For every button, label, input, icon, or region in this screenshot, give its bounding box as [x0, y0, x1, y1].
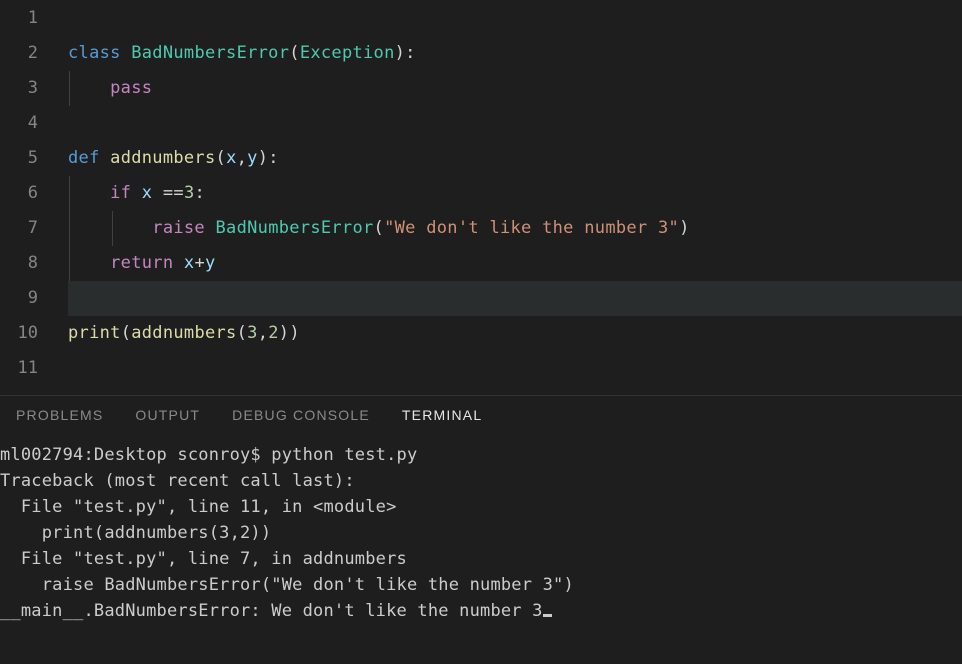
terminal-output[interactable]: ml002794:Desktop sconroy$ python test.py…	[0, 434, 962, 624]
code-line[interactable]: raise BadNumbersError("We don't like the…	[68, 211, 962, 246]
bottom-panel: PROBLEMS OUTPUT DEBUG CONSOLE TERMINAL m…	[0, 395, 962, 664]
code-line[interactable]: def addnumbers(x,y):	[68, 141, 962, 176]
tab-debug-console[interactable]: DEBUG CONSOLE	[216, 407, 386, 423]
code-line[interactable]: return x+y	[68, 246, 962, 281]
tab-problems[interactable]: PROBLEMS	[0, 407, 119, 423]
code-line[interactable]	[68, 281, 962, 316]
editor-area[interactable]: 1 2 3 4 5 6 7 8 9 10 11 class BadNumbers…	[0, 0, 962, 395]
line-number: 6	[0, 176, 40, 211]
code-line[interactable]: if x ==3:	[68, 176, 962, 211]
code-content[interactable]: class BadNumbersError(Exception): pass d…	[40, 0, 962, 395]
code-line[interactable]	[68, 351, 962, 386]
code-line[interactable]: pass	[68, 71, 962, 106]
code-line[interactable]: print(addnumbers(3,2))	[68, 316, 962, 351]
line-number: 2	[0, 36, 40, 71]
terminal-line: File "test.py", line 11, in <module>	[0, 494, 962, 520]
terminal-cursor	[543, 614, 552, 617]
line-number: 10	[0, 316, 40, 351]
terminal-line: File "test.py", line 7, in addnumbers	[0, 546, 962, 572]
code-line[interactable]: class BadNumbersError(Exception):	[68, 36, 962, 71]
terminal-line: Traceback (most recent call last):	[0, 468, 962, 494]
line-number: 7	[0, 211, 40, 246]
terminal-line: ml002794:Desktop sconroy$ python test.py	[0, 442, 962, 468]
terminal-line: print(addnumbers(3,2))	[0, 520, 962, 546]
code-line[interactable]	[68, 106, 962, 141]
terminal-line: __main__.BadNumbersError: We don't like …	[0, 598, 962, 624]
tab-output[interactable]: OUTPUT	[119, 407, 216, 423]
line-number: 11	[0, 351, 40, 386]
line-number: 4	[0, 106, 40, 141]
tab-terminal[interactable]: TERMINAL	[386, 407, 498, 423]
line-number-gutter: 1 2 3 4 5 6 7 8 9 10 11	[0, 0, 40, 395]
line-number: 3	[0, 71, 40, 106]
panel-tabs: PROBLEMS OUTPUT DEBUG CONSOLE TERMINAL	[0, 396, 962, 434]
line-number: 1	[0, 1, 40, 36]
line-number: 8	[0, 246, 40, 281]
line-number: 5	[0, 141, 40, 176]
terminal-line: raise BadNumbersError("We don't like the…	[0, 572, 962, 598]
code-line[interactable]	[68, 1, 962, 36]
line-number: 9	[0, 281, 40, 316]
